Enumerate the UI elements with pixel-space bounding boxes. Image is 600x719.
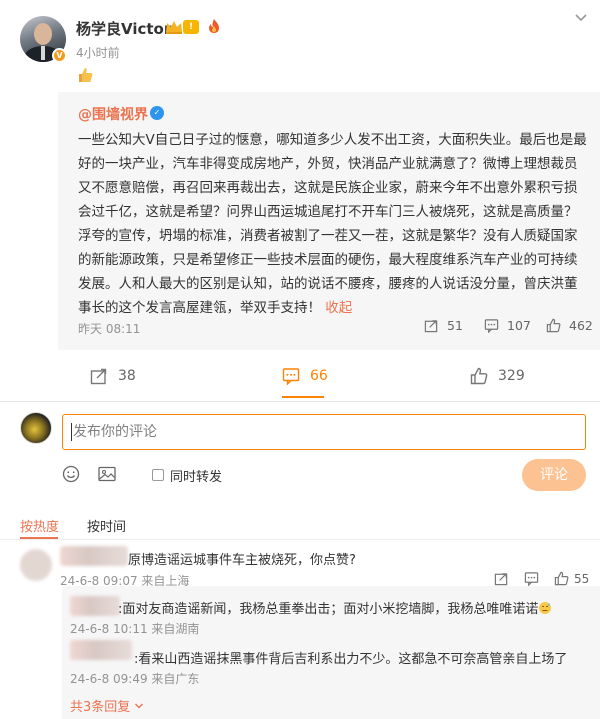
expand-replies-label: 共3条回复 (70, 700, 131, 715)
repost-icon[interactable] (494, 571, 509, 586)
repost-icon (424, 320, 438, 333)
level-badge: ! (183, 20, 199, 34)
also-repost-label[interactable]: 同时转发 (170, 466, 222, 485)
checkbox-icon[interactable] (152, 469, 164, 481)
comment-icon (282, 368, 300, 385)
commenter-avatar[interactable] (20, 549, 52, 581)
repost-text: 一些公知大V自己日子过的惬意，哪知道多少人发不出工资，大面积失业。最后也是最好的… (78, 128, 590, 320)
repost-repost-count: 51 (447, 318, 463, 333)
reply-text: :面对友商造谣新闻，我杨总重拳出击；面对小米挖墙脚，我杨总唯唯诺诺 (118, 598, 552, 617)
verified-icon: V (52, 48, 67, 63)
sweat-emoji-icon (539, 602, 552, 614)
repost-icon (90, 368, 107, 385)
post-header: V 杨学良Victor ! 4小时前 (0, 0, 600, 92)
comment-icon[interactable] (524, 571, 539, 586)
repost-like-count: 462 (569, 318, 593, 333)
crown-icon (166, 21, 182, 34)
text-caret (71, 423, 72, 441)
chevron-down-icon[interactable] (574, 12, 588, 24)
active-tab-indicator (282, 396, 324, 398)
comment-icon (484, 319, 499, 333)
my-avatar[interactable] (20, 412, 52, 444)
avatar-face (34, 23, 52, 45)
comment-text: 原博造谣运城事件车主被烧死，你点赞? (128, 553, 356, 568)
post-time[interactable]: 4小时前 (76, 44, 120, 61)
submit-comment-button[interactable]: 评论 (522, 459, 586, 491)
repost-comment-stat[interactable]: 107 (484, 318, 531, 333)
reply-body: :面对友商造谣新闻，我杨总重拳出击；面对小米挖墙脚，我杨总唯唯诺诺 (118, 602, 539, 617)
expand-replies-link[interactable]: 共3条回复 (70, 696, 144, 715)
repost-button[interactable]: 38 (90, 367, 136, 385)
fire-icon (209, 19, 219, 33)
verified-icon: ✓ (150, 106, 164, 120)
like-count: 329 (498, 368, 525, 384)
collapse-link[interactable]: 收起 (325, 300, 352, 316)
comment-count: 66 (310, 368, 328, 384)
smile-icon[interactable] (62, 465, 80, 483)
avatar-tie (41, 46, 45, 60)
reply-meta: 24-6-8 10:11 来自湖南 (70, 622, 200, 636)
comment-button[interactable]: 66 (282, 367, 328, 385)
reply-meta: 24-6-8 09:49 来自广东 (70, 672, 200, 686)
action-bar: 38 66 329 (0, 356, 600, 400)
comment-like-count: 55 (574, 572, 590, 586)
image-icon[interactable] (98, 466, 116, 482)
repost-card: @围墙视界 ✓ 一些公知大V自己日子过的惬意，哪知道多少人发不出工资，大面积失业… (58, 92, 600, 350)
comment-input[interactable] (62, 414, 586, 450)
sort-by-time-tab[interactable]: 按时间 (87, 516, 126, 535)
repost-repost-stat[interactable]: 51 (424, 318, 463, 333)
repost-body: 一些公知大V自己日子过的惬意，哪知道多少人发不出工资，大面积失业。最后也是最好的… (78, 132, 587, 316)
like-icon (546, 318, 561, 333)
repost-date[interactable]: 昨天 08:11 (78, 320, 140, 337)
like-icon (470, 367, 488, 385)
divider (0, 401, 600, 402)
sort-by-hot-tab[interactable]: 按热度 (20, 516, 59, 535)
repost-author[interactable]: @围墙视界 (78, 104, 148, 124)
chevron-down-icon (135, 703, 144, 708)
repost-like-stat[interactable]: 462 (546, 318, 593, 333)
reply-text: :看来山西造谣抹黑事件背后吉利系出力不少。这都急不可奈高管亲自上场了 (134, 652, 568, 667)
thumbs-up-icon (79, 68, 93, 82)
reply-author-name[interactable] (70, 640, 132, 660)
divider (0, 539, 600, 540)
like-button[interactable]: 329 (470, 367, 525, 385)
commenter-name[interactable] (60, 546, 128, 566)
repost-comment-count: 107 (507, 318, 531, 333)
like-icon[interactable] (554, 571, 569, 586)
reply-author-name[interactable] (70, 596, 120, 616)
author-name[interactable]: 杨学良Victor (76, 18, 171, 39)
repost-count: 38 (118, 368, 136, 384)
